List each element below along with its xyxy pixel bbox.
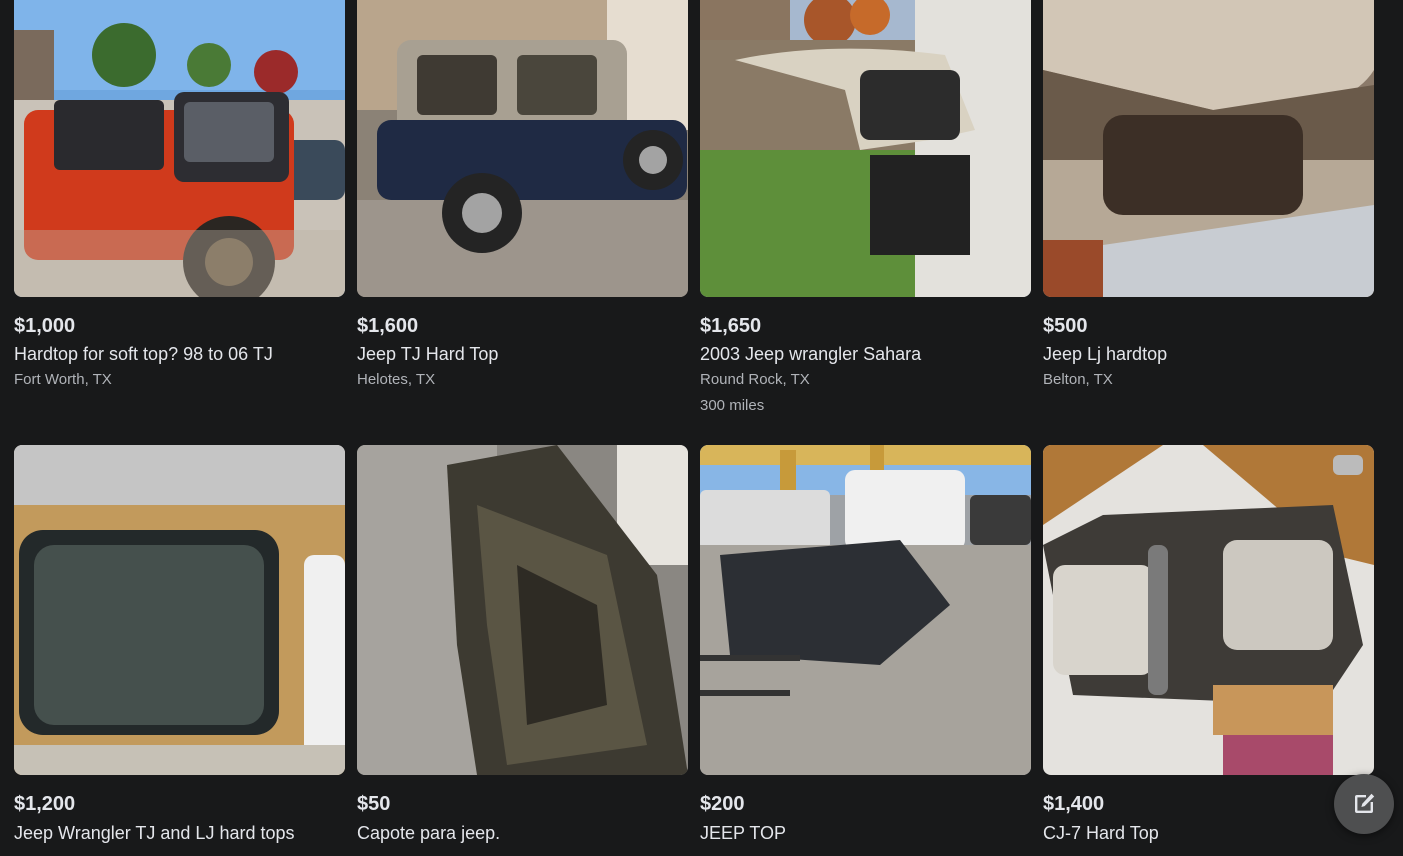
listing-price: $1,200 <box>14 793 76 815</box>
listing-title[interactable]: Hardtop for soft top? 98 to 06 TJ <box>14 342 345 366</box>
listing-title[interactable]: Jeep Wrangler TJ and LJ hard tops <box>14 821 345 845</box>
listing-grid-row-2: $1,200 Jeep Wrangler TJ and LJ hard tops… <box>14 445 1374 845</box>
listing-photo[interactable] <box>700 0 1031 297</box>
listing-info: $500 Jeep Lj hardtop Belton, TX <box>1043 297 1374 390</box>
listing-title[interactable]: Jeep Lj hardtop <box>1043 342 1374 366</box>
listing-price: $200 <box>700 793 745 815</box>
listing-title[interactable]: Capote para jeep. <box>357 821 688 845</box>
listing-card[interactable]: $1,000 Hardtop for soft top? 98 to 06 TJ… <box>14 0 345 445</box>
listing-card[interactable]: $1,400 CJ-7 Hard Top <box>1043 445 1374 845</box>
listing-card[interactable]: $500 Jeep Lj hardtop Belton, TX <box>1043 0 1374 445</box>
listing-title[interactable]: Jeep TJ Hard Top <box>357 342 688 366</box>
listing-location: Round Rock, TX <box>700 371 810 388</box>
compose-button[interactable] <box>1334 774 1394 834</box>
listing-info: $50 Capote para jeep. <box>357 775 688 845</box>
listing-title[interactable]: CJ-7 Hard Top <box>1043 821 1374 845</box>
listing-price: $1,650 <box>700 315 762 337</box>
compose-icon <box>1351 791 1377 817</box>
listing-price: $50 <box>357 793 391 815</box>
listing-photo[interactable] <box>1043 445 1374 775</box>
listing-grid-row-1: $1,000 Hardtop for soft top? 98 to 06 TJ… <box>14 0 1374 445</box>
listing-title[interactable]: JEEP TOP <box>700 821 1031 845</box>
listing-info: $200 JEEP TOP <box>700 775 1031 845</box>
listing-photo[interactable] <box>14 445 345 775</box>
listing-photo[interactable] <box>357 445 688 775</box>
listing-photo[interactable] <box>1043 0 1374 297</box>
marketplace-page: $1,000 Hardtop for soft top? 98 to 06 TJ… <box>0 0 1403 856</box>
listing-photo[interactable] <box>700 445 1031 775</box>
listing-info: $1,400 CJ-7 Hard Top <box>1043 775 1374 845</box>
listing-card[interactable]: $1,600 Jeep TJ Hard Top Helotes, TX <box>357 0 688 445</box>
listing-card[interactable]: $200 JEEP TOP <box>700 445 1031 845</box>
listing-photo[interactable] <box>14 0 345 297</box>
listing-card[interactable]: $1,650 2003 Jeep wrangler Sahara Round R… <box>700 0 1031 445</box>
listing-photo[interactable] <box>357 0 688 297</box>
listing-info: $1,650 2003 Jeep wrangler Sahara Round R… <box>700 297 1031 416</box>
listing-info: $1,000 Hardtop for soft top? 98 to 06 TJ… <box>14 297 345 390</box>
listing-location: Belton, TX <box>1043 371 1113 388</box>
listing-price: $500 <box>1043 315 1088 337</box>
listing-location: Fort Worth, TX <box>14 371 112 388</box>
listing-info: $1,200 Jeep Wrangler TJ and LJ hard tops <box>14 775 345 845</box>
listing-info: $1,600 Jeep TJ Hard Top Helotes, TX <box>357 297 688 390</box>
listing-location: Helotes, TX <box>357 371 436 388</box>
listing-title[interactable]: 2003 Jeep wrangler Sahara <box>700 342 1031 366</box>
listing-price: $1,600 <box>357 315 419 337</box>
listing-distance: 300 miles <box>700 397 765 414</box>
listing-card[interactable]: $1,200 Jeep Wrangler TJ and LJ hard tops <box>14 445 345 845</box>
listing-card[interactable]: $50 Capote para jeep. <box>357 445 688 845</box>
listing-price: $1,400 <box>1043 793 1105 815</box>
listing-price: $1,000 <box>14 315 76 337</box>
